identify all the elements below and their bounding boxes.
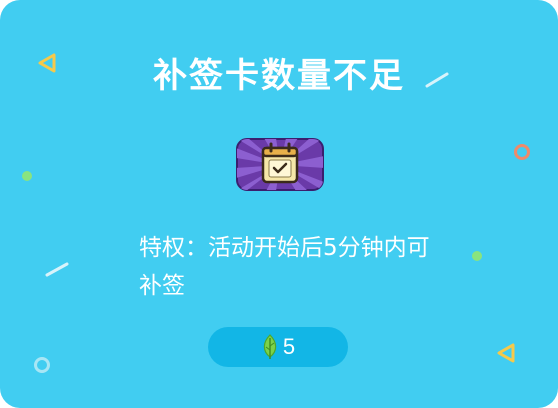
ring-decoration-icon	[514, 144, 530, 160]
dot-decoration-icon	[22, 171, 32, 181]
privilege-description: 特权：活动开始后5分钟内可补签	[139, 235, 430, 299]
ring-decoration-icon	[34, 357, 50, 373]
dialog-title: 补签卡数量不足	[153, 56, 405, 96]
leaf-icon	[263, 334, 277, 359]
exchange-button[interactable]: 5	[208, 327, 348, 367]
insufficient-cards-dialog: 补签卡数量不足 特权：活动开始后5分钟内可补签 5	[0, 0, 558, 408]
cost-amount: 5	[282, 334, 296, 359]
dot-decoration-icon	[472, 251, 482, 261]
triangle-decoration-icon	[497, 343, 515, 363]
dash-decoration-icon	[45, 262, 69, 277]
calendar-check-icon	[236, 138, 324, 191]
